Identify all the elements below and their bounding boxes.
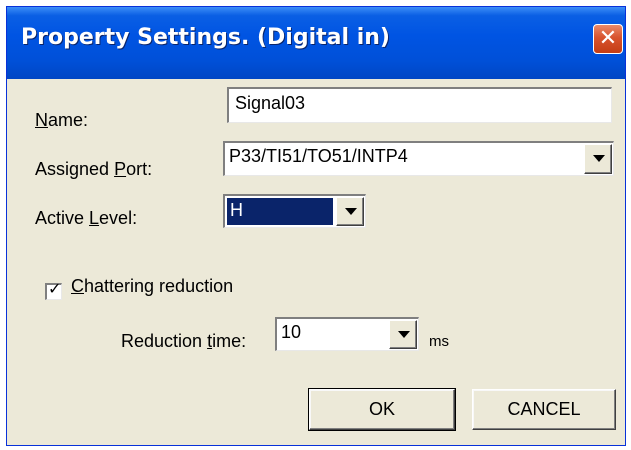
active-level-select[interactable]: H xyxy=(223,194,366,228)
assigned-port-dropdown-button[interactable] xyxy=(584,144,612,174)
cancel-button[interactable]: CANCEL xyxy=(472,389,616,430)
chevron-down-icon xyxy=(398,331,410,338)
reduction-time-select[interactable]: 10 xyxy=(275,317,419,351)
assigned-port-label: Assigned Port: xyxy=(35,159,153,179)
chattering-reduction-label[interactable]: Chattering reduction xyxy=(71,276,233,297)
active-level-label: Active Level: xyxy=(35,208,138,228)
assigned-port-value: P33/TI51/TO51/INTP4 xyxy=(229,146,408,166)
chattering-reduction-checkbox[interactable]: ✓ xyxy=(45,279,62,300)
active-level-value: H xyxy=(226,197,334,226)
assigned-port-select[interactable]: P33/TI51/TO51/INTP4 xyxy=(223,141,614,176)
close-icon: ✕ xyxy=(598,26,618,51)
name-label: Name: xyxy=(35,110,89,130)
property-settings-dialog: Property Settings. (Digital in) ✕ Name: … xyxy=(6,6,626,446)
active-level-dropdown-button[interactable] xyxy=(336,197,364,226)
name-value: Signal03 xyxy=(235,93,306,113)
reduction-time-value: 10 xyxy=(281,322,302,342)
reduction-time-dropdown-button[interactable] xyxy=(389,320,417,349)
chevron-down-icon xyxy=(345,208,357,215)
chevron-down-icon xyxy=(593,155,605,162)
check-icon: ✓ xyxy=(48,279,62,298)
reduction-time-unit: ms xyxy=(429,333,449,350)
reduction-time-label: Reduction time: xyxy=(121,331,247,351)
window-title: Property Settings. (Digital in) xyxy=(21,25,390,50)
close-button[interactable]: ✕ xyxy=(593,24,623,54)
ok-button[interactable]: OK xyxy=(308,388,456,431)
name-field[interactable]: Signal03 xyxy=(227,87,612,123)
title-bar[interactable]: Property Settings. (Digital in) ✕ xyxy=(7,7,625,79)
